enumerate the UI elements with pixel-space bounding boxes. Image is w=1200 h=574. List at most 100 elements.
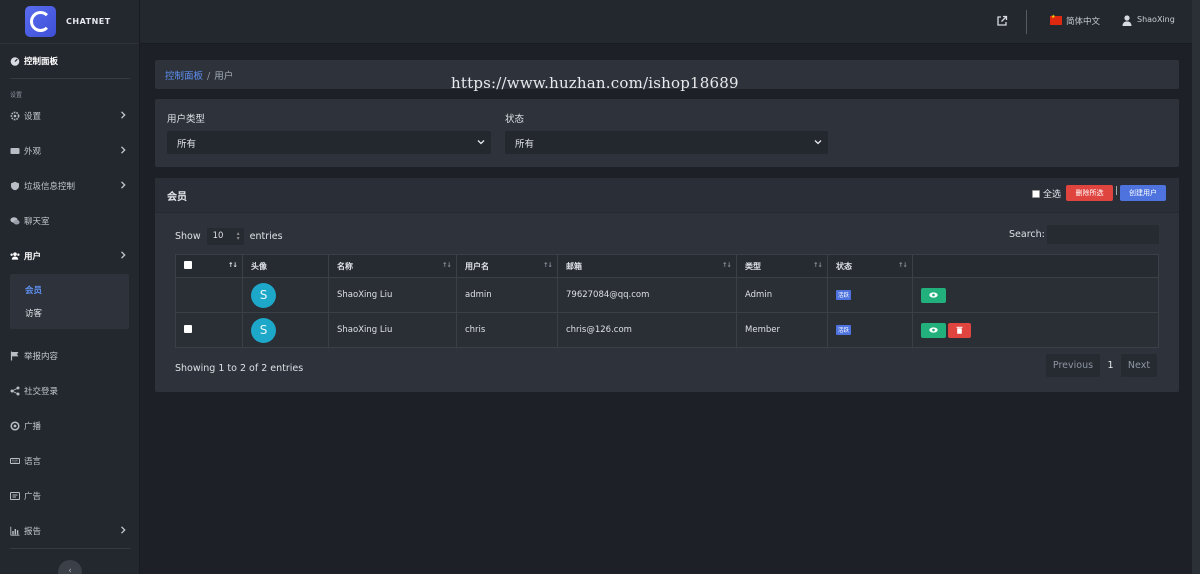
status-select[interactable]: 所有 xyxy=(505,131,828,154)
sidebar-item-broadcast[interactable]: 广播 xyxy=(10,416,130,436)
user-icon[interactable] xyxy=(1122,15,1132,26)
users-icon xyxy=(10,251,20,261)
column-header-username[interactable]: 用户名 ↑↓ xyxy=(456,254,558,278)
chatnet-logo-icon xyxy=(25,6,56,37)
sidebar-item-gear[interactable]: 设置 xyxy=(10,106,130,126)
cell-avatar: S xyxy=(242,312,329,348)
column-header-name[interactable]: 名称 ↑↓ xyxy=(328,254,457,278)
cell-select xyxy=(175,312,243,348)
breadcrumb-separator: / xyxy=(207,71,211,82)
cell-email: 79627084@qq.com xyxy=(557,277,737,313)
sidebar-item-chart[interactable]: 报告 xyxy=(10,521,130,541)
column-header-email[interactable]: 邮箱 ↑↓ xyxy=(557,254,737,278)
members-card: 会员 全选 删除所选 | 创建用户 Show 10 ▴ ▾ entries Sea… xyxy=(155,178,1179,392)
select-all[interactable]: 全选 xyxy=(1032,187,1061,200)
search-label: Search: xyxy=(1009,229,1045,240)
chat-icon xyxy=(10,216,20,226)
select-all-checkbox[interactable] xyxy=(1032,189,1040,198)
submenu-item-members[interactable]: 会员 xyxy=(25,284,42,296)
members-card-header: 会员 全选 删除所选 | 创建用户 xyxy=(155,178,1179,213)
topbar-separator xyxy=(1026,10,1027,34)
column-header-status[interactable]: 状态 ↑↓ xyxy=(827,254,913,278)
updown-icon: ▴ ▾ xyxy=(236,230,240,242)
language-switch[interactable]: 简体中文 xyxy=(1066,15,1100,27)
pagination-previous[interactable]: Previous xyxy=(1046,354,1100,377)
status-badge: 活跃 xyxy=(836,325,852,335)
user-type-value: 所有 xyxy=(177,139,197,150)
external-link-icon[interactable] xyxy=(996,15,1008,27)
status-value: 所有 xyxy=(515,139,535,150)
entries-label: entries xyxy=(249,231,283,242)
avatar: S xyxy=(251,282,276,308)
chevron-right-icon xyxy=(118,180,128,190)
sidebar-item-label: 设置 xyxy=(24,112,42,122)
sort-icon: ↑↓ xyxy=(543,261,553,269)
user-type-select[interactable]: 所有 xyxy=(167,131,491,154)
delete-user-button[interactable] xyxy=(948,322,971,338)
column-header-actions xyxy=(912,254,1159,278)
sidebar-item-label: 外观 xyxy=(24,147,42,157)
cell-status: 活跃 xyxy=(827,277,913,313)
sidebar-item-ad[interactable]: 广告 xyxy=(10,486,130,506)
sidebar-collapse-button[interactable]: ‹ xyxy=(58,560,82,574)
table-header-row: ↑↓ 头像 名称 ↑↓ 用户名 ↑↓ 邮箱 ↑↓ 类型 ↑↓ 状态 ↑↓ xyxy=(175,254,1159,278)
row-checkbox[interactable] xyxy=(184,324,192,333)
cell-type: Admin xyxy=(736,277,828,313)
sort-icon: ↑↓ xyxy=(898,261,908,269)
ad-icon xyxy=(10,491,20,501)
sidebar-section-label: 设置 xyxy=(10,92,23,99)
pagination-page[interactable]: 1 xyxy=(1100,354,1121,377)
eye-icon xyxy=(929,327,938,333)
cell-username: admin xyxy=(456,277,558,313)
brand[interactable]: CHATNET xyxy=(0,0,139,44)
breadcrumb-home-link[interactable]: 控制面板 xyxy=(165,71,203,82)
sidebar-item-flag[interactable]: 举报内容 xyxy=(10,346,130,366)
keyboard-icon xyxy=(10,456,20,466)
china-flag-icon[interactable] xyxy=(1050,14,1062,25)
breadcrumb-current: 用户 xyxy=(214,71,234,82)
sidebar-item-dashboard[interactable]: 控制面板 xyxy=(10,51,130,71)
page-length-select[interactable]: 10 ▴ ▾ xyxy=(206,228,244,245)
cell-actions xyxy=(912,277,1159,313)
user-menu[interactable]: ShaoXing xyxy=(1137,15,1175,24)
status-label: 状态 xyxy=(505,114,525,125)
sidebar-item-shield[interactable]: 垃圾信息控制 xyxy=(10,176,130,196)
cell-status: 活跃 xyxy=(827,312,913,348)
page-scrollbar[interactable] xyxy=(1192,0,1200,574)
flag-icon xyxy=(10,351,20,361)
sidebar-item-label: 社交登录 xyxy=(24,387,59,397)
sidebar-item-label: 举报内容 xyxy=(24,352,59,362)
column-header-select[interactable]: ↑↓ xyxy=(175,254,243,278)
sidebar-item-keyboard[interactable]: 语言 xyxy=(10,451,130,471)
sidebar-item-share[interactable]: 社交登录 xyxy=(10,381,130,401)
sidebar-item-chat[interactable]: 聊天室 xyxy=(10,211,130,231)
share-icon xyxy=(10,386,20,396)
chevron-right-icon xyxy=(118,525,128,535)
chevron-right-icon xyxy=(118,250,128,260)
status-badge: 活跃 xyxy=(836,290,852,300)
brand-name: CHATNET xyxy=(66,17,111,26)
sidebar-item-users[interactable]: 用户 xyxy=(10,246,130,266)
sort-icon: ↑↓ xyxy=(228,261,238,269)
submenu-item-visitors[interactable]: 访客 xyxy=(25,307,42,319)
cell-name: ShaoXing Liu xyxy=(328,277,457,313)
column-header-type[interactable]: 类型 ↑↓ xyxy=(736,254,828,278)
pagination: Previous 1 Next xyxy=(1046,354,1157,377)
pagination-next[interactable]: Next xyxy=(1121,354,1157,377)
delete-selected-button[interactable]: 删除所选 xyxy=(1066,185,1113,201)
search-input[interactable] xyxy=(1047,225,1159,244)
header-checkbox[interactable] xyxy=(184,261,192,269)
create-user-button[interactable]: 创建用户 xyxy=(1120,185,1166,201)
topbar: 简体中文 ShaoXing xyxy=(140,0,1192,44)
sidebar-item-display[interactable]: 外观 xyxy=(10,141,130,161)
button-separator: | xyxy=(1115,186,1119,196)
watermark-url: https://www.huzhan.com/ishop18689 xyxy=(451,74,739,92)
select-all-label: 全选 xyxy=(1043,190,1062,200)
user-type-label: 用户类型 xyxy=(167,114,206,125)
view-user-button[interactable] xyxy=(921,322,946,338)
chevron-down-icon xyxy=(477,138,485,146)
view-user-button[interactable] xyxy=(921,287,946,303)
gauge-icon xyxy=(10,56,20,66)
cell-avatar: S xyxy=(242,277,329,313)
gear-icon xyxy=(10,111,20,121)
